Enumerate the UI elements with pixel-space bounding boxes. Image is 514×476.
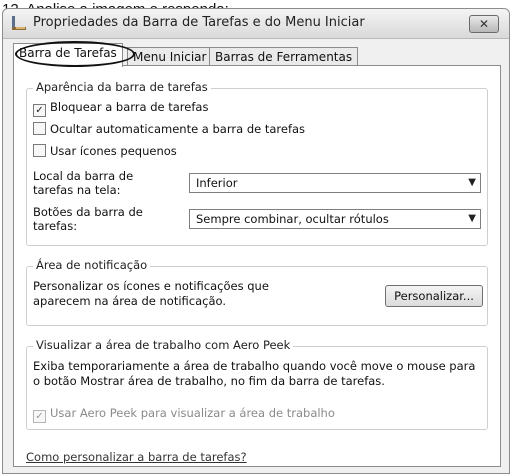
autohide-label: Ocultar automaticamente a barra de taref…: [50, 122, 306, 136]
notification-legend: Área de notificação: [33, 258, 151, 272]
autohide-checkbox[interactable]: Ocultar automaticamente a barra de taref…: [33, 121, 305, 137]
appearance-group: Aparência da barra de tarefas ✓ Bloquear …: [26, 80, 488, 246]
location-select[interactable]: Inferior ▼: [189, 173, 481, 193]
appearance-legend: Aparência da barra de tarefas: [33, 80, 211, 94]
tab-label: Menu Iniciar: [133, 50, 207, 64]
customize-button[interactable]: Personalizar...: [385, 285, 483, 307]
window-title: Propriedades da Barra de Tarefas e do Me…: [33, 15, 365, 30]
aero-peek-checkbox[interactable]: ✓ Usar Aero Peek para visualizar a área d…: [33, 405, 335, 423]
aero-peek-description: Exiba temporariamente a área de trabalho…: [33, 359, 476, 388]
small-icons-checkbox[interactable]: Usar ícones pequenos: [33, 143, 177, 159]
taskbar-properties-dialog: Propriedades da Barra de Tarefas e do Me…: [2, 8, 510, 474]
buttons-label: Botões da barra de tarefas:: [33, 205, 143, 233]
checkbox-checked-disabled[interactable]: ✓: [33, 410, 46, 423]
tab-barra-de-tarefas[interactable]: Barra de Tarefas: [13, 43, 123, 67]
taskbar-app-icon: [11, 15, 27, 31]
aero-peek-group: Visualizar a área de trabalho com Aero P…: [26, 338, 488, 430]
notification-description: Personalizar os ícones e notificações qu…: [33, 279, 269, 308]
buttons-value: Sempre combinar, ocultar rótulos: [196, 212, 389, 226]
lock-taskbar-label: Bloquear a barra de tarefas: [50, 100, 209, 114]
lock-taskbar-checkbox[interactable]: ✓ Bloquear a barra de tarefas: [33, 99, 209, 117]
location-label: Local da barra de tarefas na tela:: [33, 169, 134, 197]
aero-peek-legend: Visualizar a área de trabalho com Aero P…: [33, 338, 294, 352]
chevron-down-icon: ▼: [468, 213, 476, 224]
tab-panel: Aparência da barra de tarefas ✓ Bloquear …: [13, 65, 501, 467]
checkbox-checked[interactable]: ✓: [33, 104, 46, 117]
tab-label: Barras de Ferramentas: [215, 50, 353, 64]
location-value: Inferior: [196, 176, 238, 190]
buttons-select[interactable]: Sempre combinar, ocultar rótulos ▼: [189, 209, 481, 229]
tab-barras-de-ferramentas[interactable]: Barras de Ferramentas: [209, 47, 359, 67]
chevron-down-icon: ▼: [468, 177, 476, 188]
checkbox-unchecked[interactable]: [33, 144, 46, 157]
tab-label: Barra de Tarefas: [19, 46, 117, 60]
tab-strip: Barra de Tarefas Menu Iniciar Barras de …: [13, 41, 501, 67]
tab-menu-iniciar[interactable]: Menu Iniciar: [127, 47, 213, 67]
title-bar[interactable]: Propriedades da Barra de Tarefas e do Me…: [3, 9, 509, 39]
checkbox-unchecked[interactable]: [33, 122, 46, 135]
help-link[interactable]: Como personalizar a barra de tarefas?: [26, 450, 247, 464]
close-button[interactable]: ✕: [469, 15, 499, 33]
small-icons-label: Usar ícones pequenos: [50, 144, 177, 158]
close-icon: ✕: [478, 17, 490, 31]
notification-group: Área de notificação Personalizar os ícon…: [26, 258, 488, 326]
aero-peek-label: Usar Aero Peek para visualizar a área de…: [50, 406, 335, 420]
